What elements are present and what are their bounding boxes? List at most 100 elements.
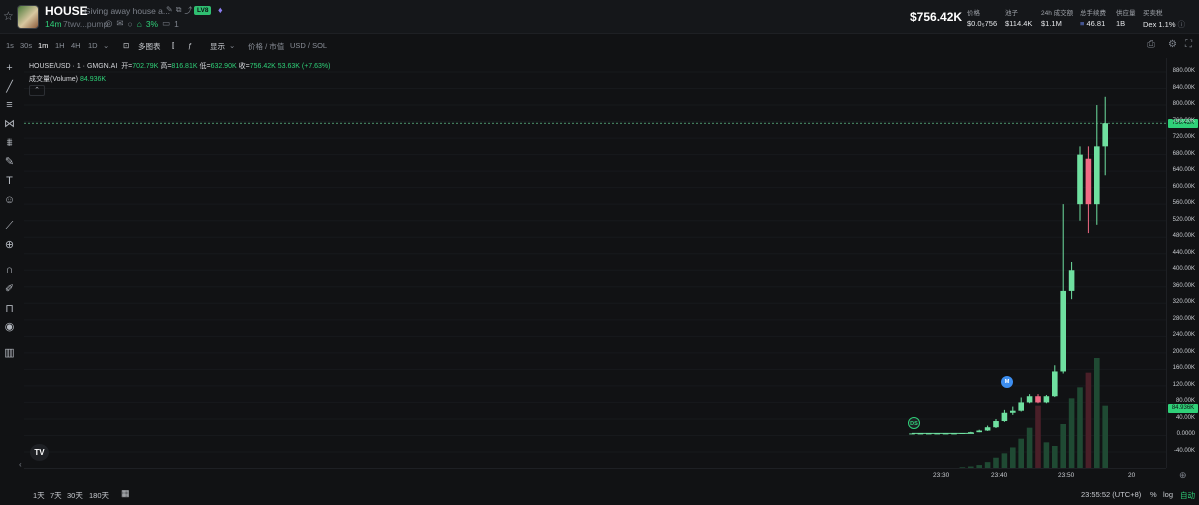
- horizontal-lines-icon[interactable]: ≡: [3, 99, 16, 112]
- twitter-icon[interactable]: ✉: [116, 18, 123, 29]
- interval-30s[interactable]: 30s: [20, 41, 32, 50]
- token-description[interactable]: Giving away house a...: [84, 6, 170, 16]
- volume-legend: 成交量(Volume) 84.936K: [29, 74, 106, 84]
- drawing-toolbar: + ╱ ≡ ⋈ ⩩ ✎ T ☺ ⟋ ⊕ ∩ ✐ ⊓ ◉ ▥: [0, 58, 20, 468]
- price-axis[interactable]: 756.42K 84.936K 880.00K 840.00K 800.00K 760…: [1166, 58, 1199, 468]
- fib-icon[interactable]: ⩩: [3, 137, 16, 150]
- candle-body: [1060, 290, 1066, 372]
- contract-address[interactable]: 7twv...pump: [63, 19, 108, 29]
- open-label: 开=: [121, 63, 133, 70]
- fullscreen-icon[interactable]: ⛶: [1185, 39, 1192, 50]
- favorite-star-icon[interactable]: ☆: [3, 10, 15, 22]
- interval-1d[interactable]: 1D: [88, 41, 98, 50]
- candle-body: [926, 433, 932, 435]
- interval-1s[interactable]: 1s: [6, 41, 14, 50]
- crosshair-icon[interactable]: +: [3, 62, 16, 75]
- header-action-icons: ✎ ⧉ ⤴: [166, 5, 192, 16]
- candlestick-chart[interactable]: [24, 58, 1166, 468]
- text-icon[interactable]: T: [3, 175, 16, 188]
- ohlc-legend: HOUSE/USD · 1 · GMGN.AI 开=702.79K 高=816.…: [29, 61, 330, 71]
- stat-price: 价格 $0.0₅756: [967, 7, 997, 28]
- candle-body: [1001, 412, 1008, 422]
- display-button[interactable]: 显示: [210, 41, 225, 52]
- eye-icon[interactable]: ◉: [3, 321, 16, 334]
- token-header: ☆ HOUSE Giving away house a... ✎ ⧉ ⤴ LV8…: [0, 0, 1199, 34]
- camera-icon[interactable]: ⎙: [1147, 39, 1155, 50]
- time-axis[interactable]: 23:30 23:40 23:50 20: [24, 468, 1166, 482]
- interval-1h[interactable]: 1H: [55, 41, 65, 50]
- copy-icon[interactable]: ⧉: [176, 5, 182, 16]
- dev-sell-marker[interactable]: DS: [908, 417, 920, 429]
- candle-body: [951, 433, 957, 435]
- interval-4h[interactable]: 4H: [71, 41, 81, 50]
- share-icon[interactable]: ⤴: [184, 5, 192, 16]
- pitchfork-icon[interactable]: ⋈: [3, 118, 16, 131]
- price-tick: 160.00K: [1172, 365, 1195, 372]
- candle-body: [993, 421, 999, 428]
- price-mcap-toggle[interactable]: 价格 / 市值: [248, 41, 284, 52]
- candle-body: [1026, 396, 1033, 403]
- holders-pct: 3%: [145, 18, 159, 29]
- stat-label: 池子: [1005, 10, 1018, 17]
- open-value: 702.79K: [132, 63, 159, 70]
- range-30d[interactable]: 30天: [67, 490, 83, 501]
- stat-label: 供应量: [1116, 10, 1136, 17]
- date-range-icon[interactable]: ▦: [121, 488, 130, 499]
- brush-icon[interactable]: ✎: [3, 156, 16, 169]
- log-toggle[interactable]: log: [1163, 490, 1173, 499]
- scroll-left-icon[interactable]: ‹: [19, 460, 22, 469]
- trash-icon[interactable]: ▥: [3, 347, 16, 360]
- interval-1m[interactable]: 1m: [38, 41, 48, 50]
- high-value: 816.81K: [171, 63, 198, 70]
- comment-icon[interactable]: ▭: [162, 18, 170, 29]
- interval-dropdown-icon[interactable]: ⌄: [103, 41, 109, 50]
- globe-icon[interactable]: ◎: [105, 18, 112, 29]
- currency-toggle[interactable]: USD / SOL: [290, 41, 327, 50]
- auto-toggle[interactable]: 自动: [1180, 490, 1195, 501]
- price-tick: 600.00K: [1172, 183, 1195, 190]
- volume-label: 成交量(Volume): [29, 76, 79, 83]
- volume-bar: [1102, 405, 1108, 468]
- low-value: 632.90K: [210, 63, 237, 70]
- settings-icon[interactable]: ⚙: [1168, 39, 1177, 50]
- collapse-legend-button[interactable]: ⌃: [29, 85, 45, 96]
- search-icon[interactable]: ○: [128, 19, 133, 29]
- range-180d[interactable]: 180天: [89, 490, 109, 501]
- candle-body: [1010, 410, 1016, 413]
- candle-body: [1102, 123, 1108, 147]
- migration-marker[interactable]: M: [1001, 376, 1013, 388]
- multi-chart-icon[interactable]: ⊡: [123, 41, 129, 50]
- emoji-icon[interactable]: ☺: [3, 194, 16, 207]
- indicators-icon[interactable]: ƒ: [188, 41, 192, 50]
- percent-toggle[interactable]: %: [1150, 490, 1157, 499]
- candle-body: [1085, 158, 1092, 205]
- volume-bar: [1085, 372, 1092, 468]
- price-tick: 40.00K: [1175, 414, 1195, 421]
- tradingview-logo[interactable]: TV: [30, 444, 49, 461]
- stat-value: Dex 1.1% ⓘ: [1143, 19, 1185, 30]
- social-icons: ◎ ✉ ○ ⌂ 3% ▭ 1: [105, 18, 179, 29]
- trend-line-icon[interactable]: ╱: [3, 81, 16, 94]
- goto-realtime-icon[interactable]: ⊕: [1179, 470, 1187, 481]
- multi-chart-button[interactable]: 多图表: [138, 41, 161, 52]
- range-1d[interactable]: 1天: [33, 490, 45, 501]
- lock-icon[interactable]: ⊓: [3, 303, 16, 316]
- range-7d[interactable]: 7天: [50, 490, 62, 501]
- stat-volume-24h: 24h 成交额 $1.1M: [1041, 7, 1073, 28]
- bottom-bar: 1天 7天 30天 180天 ▦ 23:55:52 (UTC+8) % log …: [0, 484, 1199, 505]
- volume-bar: [1026, 427, 1033, 468]
- zoom-in-icon[interactable]: ⊕: [3, 239, 16, 252]
- volume-bar: [1068, 398, 1075, 468]
- display-dropdown-icon[interactable]: ⌄: [229, 41, 235, 50]
- magnet-icon[interactable]: ∩: [3, 264, 16, 277]
- candle-type-icon[interactable]: ⫿: [172, 41, 174, 51]
- price-tick: 120.00K: [1172, 381, 1195, 388]
- candle-body: [1077, 154, 1083, 205]
- lock-drawing-icon[interactable]: ✐: [3, 283, 16, 296]
- info-icon[interactable]: ⓘ: [1178, 20, 1186, 29]
- volume-bar: [993, 457, 999, 468]
- price-tick: 760.00K: [1172, 117, 1195, 124]
- edit-icon[interactable]: ✎: [166, 5, 173, 16]
- ruler-icon[interactable]: ⟋: [3, 220, 16, 233]
- clock-time[interactable]: 23:55:52 (UTC+8): [1081, 490, 1141, 499]
